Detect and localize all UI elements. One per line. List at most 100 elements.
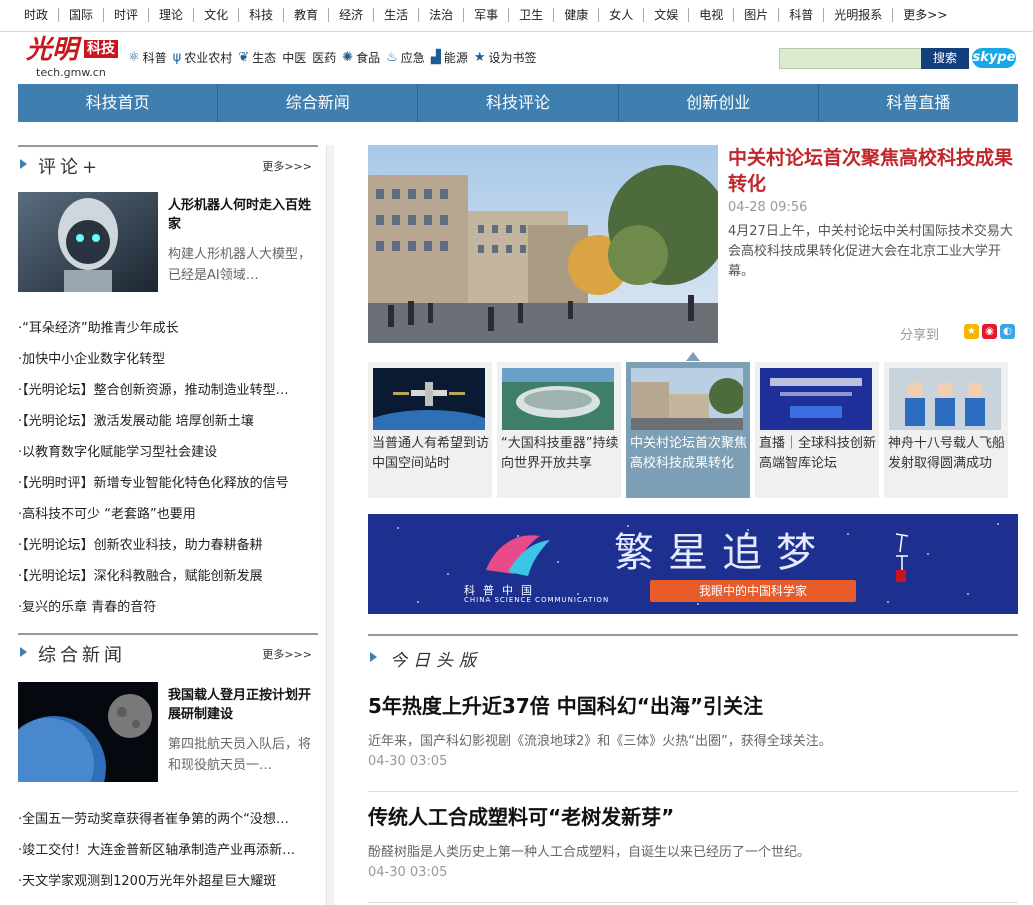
list-item[interactable]: ·复兴的乐章 青春的音符 [18,592,318,623]
hero-title[interactable]: 中关村论坛首次聚焦高校科技成果转化 [728,145,1018,197]
general-feature-title[interactable]: 我国载人登月正按计划开展研制建设 [168,686,316,724]
channel-link[interactable]: 国际 [59,8,105,22]
category-link[interactable]: 中医 [282,49,306,66]
list-item[interactable]: ·【光明时评】新增专业智能化特色化释放的信号 [18,468,318,499]
thumbnail-image[interactable] [760,368,872,430]
thumbnail-image[interactable] [889,368,1001,430]
weibo-icon[interactable]: ◉ [982,324,997,339]
channel-link[interactable]: 卫生 [509,8,555,22]
atom-icon: ⚛ [128,50,140,65]
list-item[interactable]: ·“耳朵经济”助推青少年成长 [18,313,318,344]
channel-link[interactable]: 电视 [689,8,735,22]
category-link[interactable]: ✺ 食品 [342,49,380,66]
robot-image[interactable] [18,192,158,292]
thumbnail-item[interactable]: 当普通人有希望到访中国空间站时 [349,362,509,498]
list-item[interactable]: ·全国五一劳动奖章获得者崔争第的两个“没想… [18,804,318,835]
general-news-section: 综合新闻 更多>>> 我国载人登月正按计划开展研制建设 第四批航天员入队后，将和… [2,633,318,903]
moon-image[interactable] [2,682,158,820]
news-title[interactable]: 传统人工合成塑料可“老树发新芽” [368,803,674,831]
main-nav-tab[interactable]: 创新创业 [619,84,819,122]
thumbnail-title[interactable]: 中关村论坛首次聚焦高校科技成果转化 [630,434,748,474]
thumbnail-title[interactable]: “大国科技重器”持续向世界开放共享 [501,434,619,474]
main-nav-tab[interactable]: 科技首页 [18,84,219,122]
main-nav-tab[interactable]: 综合新闻 [218,84,419,122]
thumbnail-strip: 当普通人有希望到访中国空间站时 “大国科技重器”持续向世界开放共享 中关村论坛首次聚… [349,362,1018,498]
thumbnail-item[interactable]: 直播｜全球科技创新高端智库论坛 [755,362,879,498]
comment-feature-desc: 构建人形机器人大模型，已经是AI领域… [168,247,312,283]
channel-link[interactable]: 科技 [239,8,285,22]
main-nav-tab[interactable]: 科普直播 [819,84,1018,122]
category-link[interactable]: ⚛ 科普 [128,49,167,66]
channel-link[interactable]: 更多>> [893,8,957,22]
news-date: 04-30 03:05 [368,754,448,769]
channel-link[interactable]: 法治 [419,8,465,22]
search-button[interactable]: 搜索 [921,48,969,69]
qzone-icon[interactable]: ★ [964,324,979,339]
gear-icon: ✺ [342,50,354,65]
list-item[interactable]: ·【光明论坛】创新农业科技，助力春耕备耕 [18,530,318,561]
list-item[interactable]: ·天文学家观测到1200万光年外超星巨大耀斑 [18,866,318,897]
channel-link[interactable]: 健康 [554,8,600,22]
pengyou-icon[interactable]: ◐ [1000,324,1015,339]
channel-link[interactable]: 光明报系 [824,8,894,22]
main-nav-tab[interactable]: 科技评论 [418,84,619,122]
search-input[interactable] [779,48,923,69]
channel-link[interactable]: 文化 [194,8,240,22]
thumb-pointer-icon [686,352,700,361]
thumbnail-title[interactable]: 神舟十八号载人飞船发射取得圆满成功 [888,434,1006,474]
comment-more-link[interactable]: 更多>>> [262,158,312,174]
site-logo[interactable]: 光明 科技 tech.gmw.cn [26,36,126,80]
comment-section: 评论+ 更多>>> 人形机器人何时走入百姓家 构建人形机器人大模型，已经是AI领… [18,145,318,625]
channel-link[interactable]: 军事 [464,8,510,22]
list-item[interactable]: ·【光明论坛】激活发展动能 培厚创新土壤 [18,406,318,437]
channel-link[interactable]: 理论 [149,8,195,22]
channel-link[interactable]: 教育 [284,8,330,22]
hero-image[interactable] [368,145,728,343]
channel-link[interactable]: 图片 [734,8,780,22]
category-link[interactable]: ▟ 能源 [431,49,468,66]
channel-link[interactable]: 科普 [779,8,825,22]
channel-link[interactable]: 女人 [599,8,645,22]
banner-logo-en: CHINA SCIENCE COMMUNICATION [464,596,610,604]
thumbnail-item[interactable]: 中关村论坛首次聚焦高校科技成果转化 [626,362,750,498]
thumbnail-item[interactable]: 神舟十八号载人飞船发射取得圆满成功 [884,362,1008,498]
channel-link[interactable]: 经济 [329,8,375,22]
news-item[interactable]: 5年热度上升近37倍 中国科幻“出海”引关注 近年来，国产科幻影视剧《流浪地球2… [368,692,1018,792]
thumbnail-image[interactable] [631,368,745,430]
channel-link[interactable]: 时评 [104,8,150,22]
list-item[interactable]: ·【光明论坛】整合创新资源，推动制造业转型… [18,375,318,406]
category-link[interactable]: ❦ 生态 [238,49,276,66]
category-link[interactable]: ♨ 应急 [386,49,425,66]
news-title[interactable]: 5年热度上升近37倍 中国科幻“出海”引关注 [368,692,763,720]
thumbnail-image[interactable] [502,368,614,430]
news-item[interactable]: 传统人工合成塑料可“老树发新芽” 酚醛树脂是人类历史上第一种人工合成塑料，自诞生… [368,803,1018,903]
list-item[interactable]: ·高科技不可少 “老套路”也要用 [18,499,318,530]
leaf-icon: ❦ [238,50,250,65]
category-link[interactable]: 医药 [312,49,336,66]
channel-link[interactable]: 生活 [374,8,420,22]
list-item[interactable]: ·加快中小企业数字化转型 [18,344,318,375]
skype-icon[interactable]: skype [972,48,1016,68]
thumbnail-title[interactable]: 当普通人有希望到访中国空间站时 [372,434,490,474]
thumbnail-item[interactable]: “大国科技重器”持续向世界开放共享 [497,362,621,498]
comment-feature[interactable]: 人形机器人何时走入百姓家 构建人形机器人大模型，已经是AI领域… [18,192,318,296]
alarm-icon: ♨ [386,50,398,65]
today-header: 今日头版 [368,634,1018,671]
general-news-more-link[interactable]: 更多>>> [262,646,312,662]
logo-domain: tech.gmw.cn [36,66,106,79]
list-item[interactable]: ·【光明论坛】深化科教融合，赋能创新发展 [18,561,318,592]
category-link[interactable]: ψ 农业农村 [173,49,233,66]
channel-link[interactable]: 时政 [14,8,60,22]
general-feature[interactable]: 我国载人登月正按计划开展研制建设 第四批航天员入队后，将和现役航天员一… [2,682,318,820]
category-label: 医药 [312,51,337,65]
category-link[interactable]: ★ 设为书签 [474,49,537,66]
channel-link[interactable]: 文娱 [644,8,690,22]
comment-feature-title[interactable]: 人形机器人何时走入百姓家 [168,196,316,234]
list-item[interactable]: ·竣工交付！大连金普新区轴承制造产业再添新… [18,835,318,866]
list-item[interactable]: ·以教育数字化赋能学习型社会建设 [18,437,318,468]
science-banner[interactable]: 繁星追梦 我眼中的中国科学家 科普中国 CHINA SCIENCE COMMUN… [368,514,1018,614]
category-nav: ⚛ 科普 ψ 农业农村 ❦ 生态 中医 医药 ✺ 食品 ♨ 应急 ▟ 能源 ★ 设为书签 [128,49,543,66]
news-date: 04-30 03:05 [368,865,448,880]
thumbnail-image[interactable] [349,368,509,466]
thumbnail-title[interactable]: 直播｜全球科技创新高端智库论坛 [759,434,877,474]
